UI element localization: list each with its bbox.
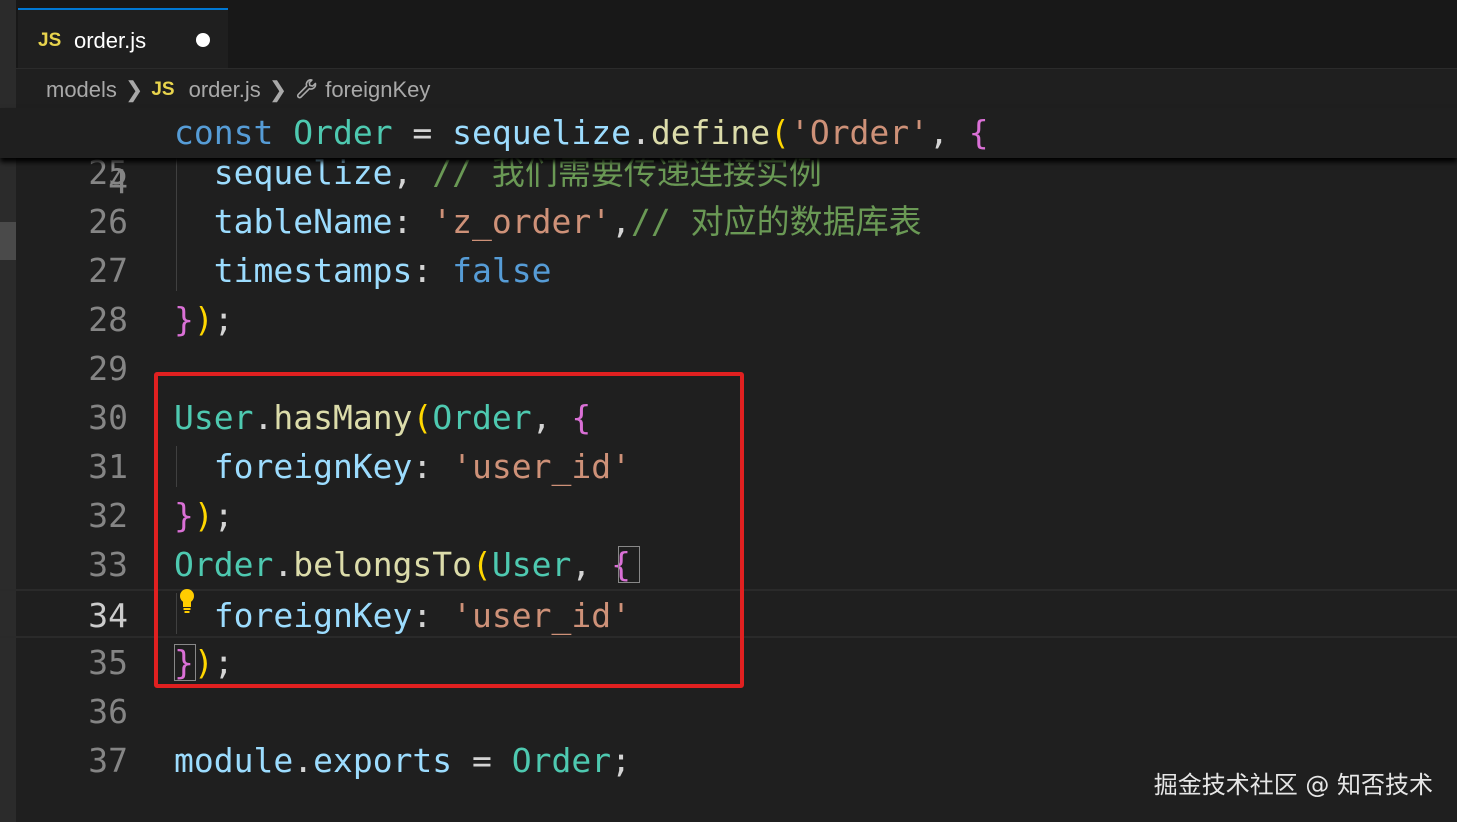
annotation-highlight-box xyxy=(154,372,744,688)
editor-window: JS order.js models ❯ JS order.js ❯ forei… xyxy=(0,0,1457,822)
line-number: 33 xyxy=(88,545,128,584)
line-number: 31 xyxy=(88,447,128,486)
wrench-icon xyxy=(295,78,319,102)
breadcrumb-file[interactable]: order.js xyxy=(189,77,261,103)
chevron-right-icon: ❯ xyxy=(124,77,144,102)
code-token: , xyxy=(392,153,433,192)
line-number: 35 xyxy=(88,643,128,682)
code-token: . xyxy=(630,113,651,152)
line-number: 30 xyxy=(88,398,128,437)
code-token: : xyxy=(412,251,453,290)
code-text: module.exports = Order; xyxy=(174,736,631,785)
code-token: tableName xyxy=(174,202,393,241)
code-token: timestamps xyxy=(174,251,413,290)
breadcrumb-symbol[interactable]: foreignKey xyxy=(325,77,430,103)
tab-order-js[interactable]: JS order.js xyxy=(18,8,228,68)
code-token: . xyxy=(293,741,314,780)
code-line[interactable]: 27 timestamps: false xyxy=(0,246,1457,295)
code-token: const xyxy=(174,113,274,152)
code-line[interactable]: 36 xyxy=(0,687,1457,736)
unsaved-dot-icon[interactable] xyxy=(196,33,210,47)
code-token: 'z_order' xyxy=(432,202,612,241)
code-line[interactable]: 28}); xyxy=(0,295,1457,344)
indent-guide xyxy=(176,152,177,291)
js-file-icon: JS xyxy=(151,79,175,100)
code-token: // 对应的数据库表 xyxy=(630,202,922,241)
code-token: { xyxy=(968,113,989,152)
code-token: ; xyxy=(213,300,234,339)
code-text: timestamps: false xyxy=(174,246,552,295)
line-number: 32 xyxy=(88,496,128,535)
code-token: , xyxy=(611,202,631,241)
code-token: sequelize xyxy=(174,153,393,192)
chevron-right-icon: ❯ xyxy=(268,77,288,102)
line-number: 4 xyxy=(108,162,128,201)
code-token: Order xyxy=(293,113,393,152)
code-token: ; xyxy=(611,741,631,780)
code-text: const Order = sequelize.define('Order', … xyxy=(174,108,989,157)
tab-label: order.js xyxy=(74,28,147,53)
tab-bar: JS order.js xyxy=(16,0,1457,69)
line-number: 36 xyxy=(88,692,128,731)
code-token: , xyxy=(929,113,969,152)
line-number: 29 xyxy=(88,349,128,388)
code-token: module xyxy=(174,741,294,780)
sticky-scroll-line[interactable]: 4 const Order = sequelize.define('Order'… xyxy=(0,108,1457,201)
code-line[interactable]: 26 tableName: 'z_order',// 对应的数据库表 xyxy=(0,197,1457,246)
code-token: define xyxy=(650,113,771,152)
js-file-icon: JS xyxy=(38,30,62,51)
code-token: sequelize xyxy=(452,113,631,152)
code-text: }); xyxy=(174,295,234,344)
code-token: = xyxy=(452,741,512,780)
code-token: Order xyxy=(511,741,612,780)
line-number: 34 xyxy=(88,596,128,635)
breadcrumb-folder[interactable]: models xyxy=(46,77,117,103)
code-text: tableName: 'z_order',// 对应的数据库表 xyxy=(174,197,922,246)
code-token: false xyxy=(452,251,552,290)
code-token: ) xyxy=(193,300,214,339)
code-token: 'Order' xyxy=(789,113,930,152)
code-token: } xyxy=(174,300,194,339)
code-token: exports xyxy=(313,741,453,780)
code-token: // 我们需要传递连接实例 xyxy=(432,153,822,192)
code-token: : xyxy=(392,202,433,241)
code-token: ( xyxy=(770,113,790,152)
line-number: 37 xyxy=(88,741,128,780)
code-token: = xyxy=(392,113,453,152)
watermark: 掘金技术社区 @ 知否技术 xyxy=(1153,771,1433,799)
breadcrumb: models ❯ JS order.js ❯ foreignKey xyxy=(46,72,430,108)
